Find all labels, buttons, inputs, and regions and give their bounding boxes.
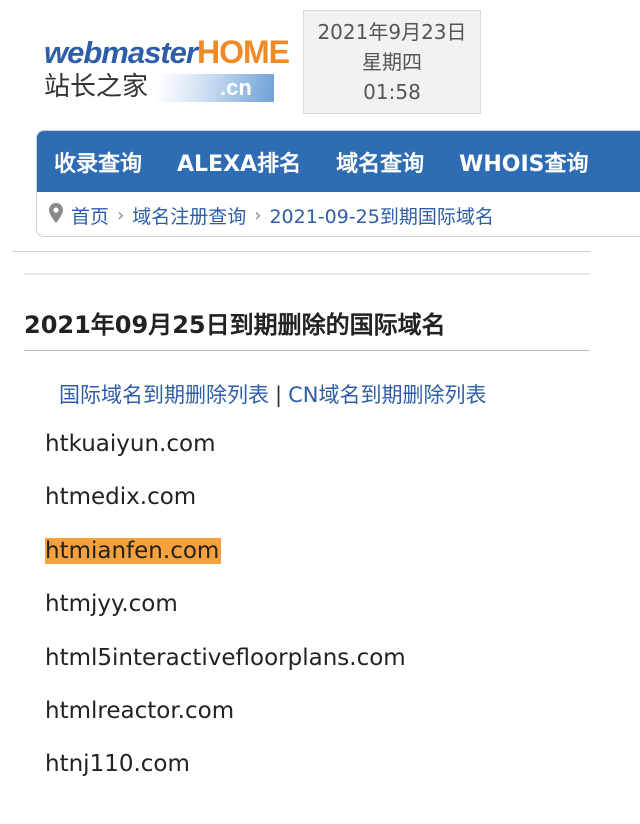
list-item[interactable]: htmianfen.com [45,532,408,585]
domain-list: htkuaiyun.com htmedix.com htmianfen.com … [45,425,408,799]
logo-swoosh [158,74,274,102]
logo-domain-suffix: .cn [220,75,252,100]
nav-panel: 收录查询 ALEXA排名 域名查询 WHOIS查询 首页 › 域名注册查询 › … [36,130,640,237]
logo-webmaster-text: webmaster [44,35,198,70]
map-pin-icon [49,202,63,228]
domain-name[interactable]: html5interactivefloorplans.com [45,645,408,671]
domain-name[interactable]: htmlreactor.com [45,698,236,724]
nav-item-domain-query[interactable]: 域名查询 [336,146,424,178]
intl-domain-list-link[interactable]: 国际域名到期删除列表 [59,383,269,407]
list-links: 国际域名到期删除列表 | CN域名到期删除列表 [59,380,486,410]
main-nav: 收录查询 ALEXA排名 域名查询 WHOIS查询 [37,131,640,192]
breadcrumb-domain-registration[interactable]: 域名注册查询 [132,202,246,229]
breadcrumb: 首页 › 域名注册查询 › 2021-09-25到期国际域名 [37,192,640,236]
list-item[interactable]: htmlreactor.com [45,692,408,745]
list-item[interactable]: htnj110.com [45,745,408,798]
list-item[interactable]: html5interactivefloorplans.com [45,639,408,692]
breadcrumb-current[interactable]: 2021-09-25到期国际域名 [269,202,493,229]
divider [24,273,590,275]
page-title: 2021年09月25日到期删除的国际域名 [24,311,446,339]
title-divider [24,350,590,351]
time-text: 01:58 [363,80,421,104]
logo-home-text: HOME [196,34,290,70]
domain-name[interactable]: htkuaiyun.com [45,431,217,457]
site-logo[interactable]: webmasterHOME 站长之家 .cn [44,26,290,108]
list-item[interactable]: htkuaiyun.com [45,425,408,478]
nav-item-index-query[interactable]: 收录查询 [54,146,142,178]
breadcrumb-separator: › [254,204,262,226]
list-item[interactable]: htmedix.com [45,478,408,531]
weekday-text: 星期四 [362,50,422,74]
breadcrumb-home[interactable]: 首页 [71,202,109,229]
logo-wordmark: webmasterHOME [44,34,290,71]
domain-name-highlighted[interactable]: htmianfen.com [45,537,222,564]
date-box: 2021年9月23日 星期四 01:58 [303,10,481,114]
date-text: 2021年9月23日 [317,20,467,44]
divider [12,251,590,252]
cn-domain-list-link[interactable]: CN域名到期删除列表 [288,383,486,407]
logo-chinese-text: 站长之家 [44,72,149,102]
breadcrumb-separator: › [117,204,125,226]
link-divider: | [275,383,283,407]
nav-item-whois[interactable]: WHOIS查询 [459,146,588,178]
domain-name[interactable]: htmjyy.com [45,591,180,617]
domain-name[interactable]: htmedix.com [45,484,198,510]
list-item[interactable]: htmjyy.com [45,585,408,638]
domain-name[interactable]: htnj110.com [45,751,192,777]
nav-item-alexa[interactable]: ALEXA排名 [177,146,301,178]
